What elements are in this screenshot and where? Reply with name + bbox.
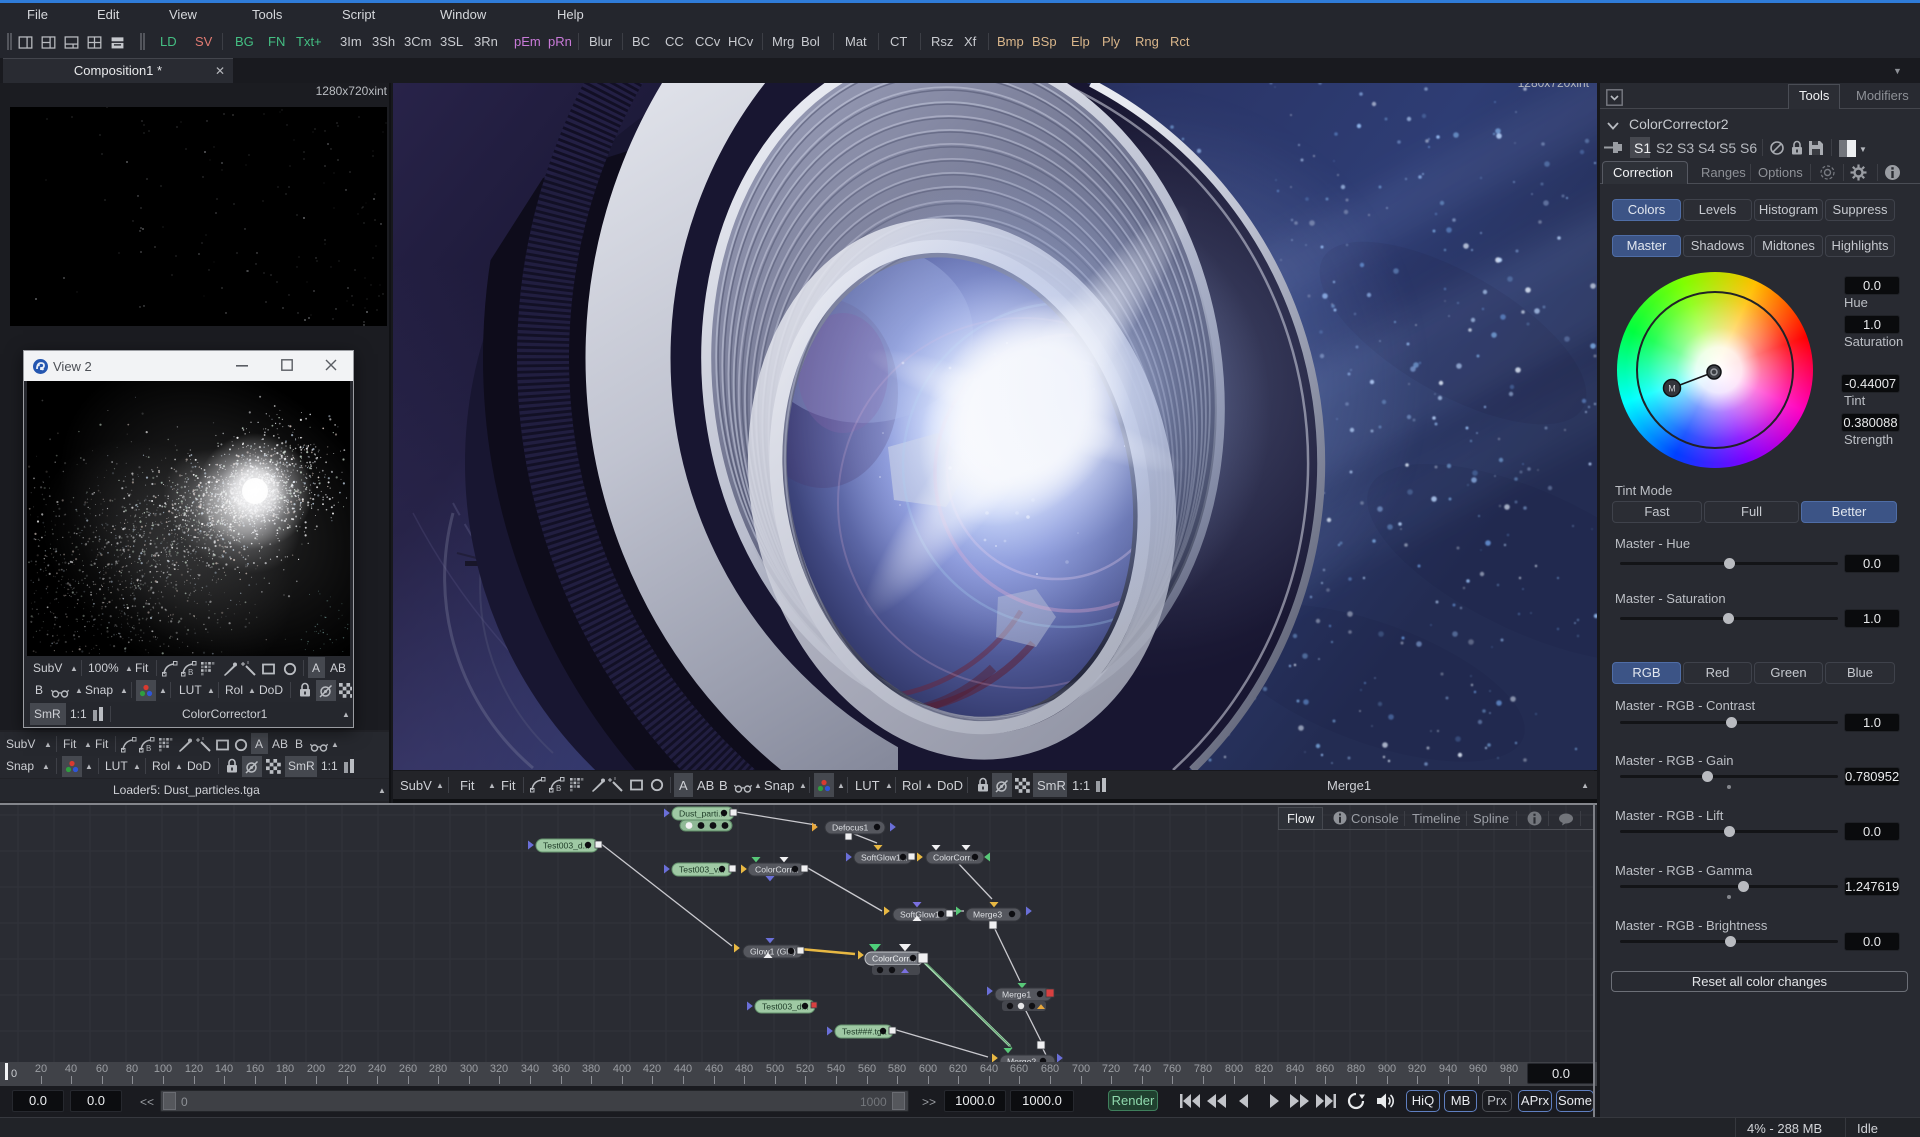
svg-text:B: B [146,744,151,753]
svg-text:B: B [556,784,561,793]
svg-text:Defocus1: Defocus1 [832,823,869,833]
svg-text:M: M [1668,384,1676,394]
svg-text:Test003_v...: Test003_v... [679,865,725,875]
svg-text:Merge3: Merge3 [973,910,1002,920]
svg-text:ColorCorr...: ColorCorr... [933,853,977,863]
svg-text:B: B [188,668,193,677]
svg-text:Merge1: Merge1 [1002,990,1031,1000]
svg-text:Test003_d...: Test003_d... [762,1002,809,1012]
svg-text:Dust_parti...: Dust_parti... [679,809,725,819]
svg-text:SoftGlow1: SoftGlow1 [900,910,940,920]
svg-text:ColorCorr...: ColorCorr... [872,954,916,964]
svg-text:Test003_d...: Test003_d... [543,841,590,851]
